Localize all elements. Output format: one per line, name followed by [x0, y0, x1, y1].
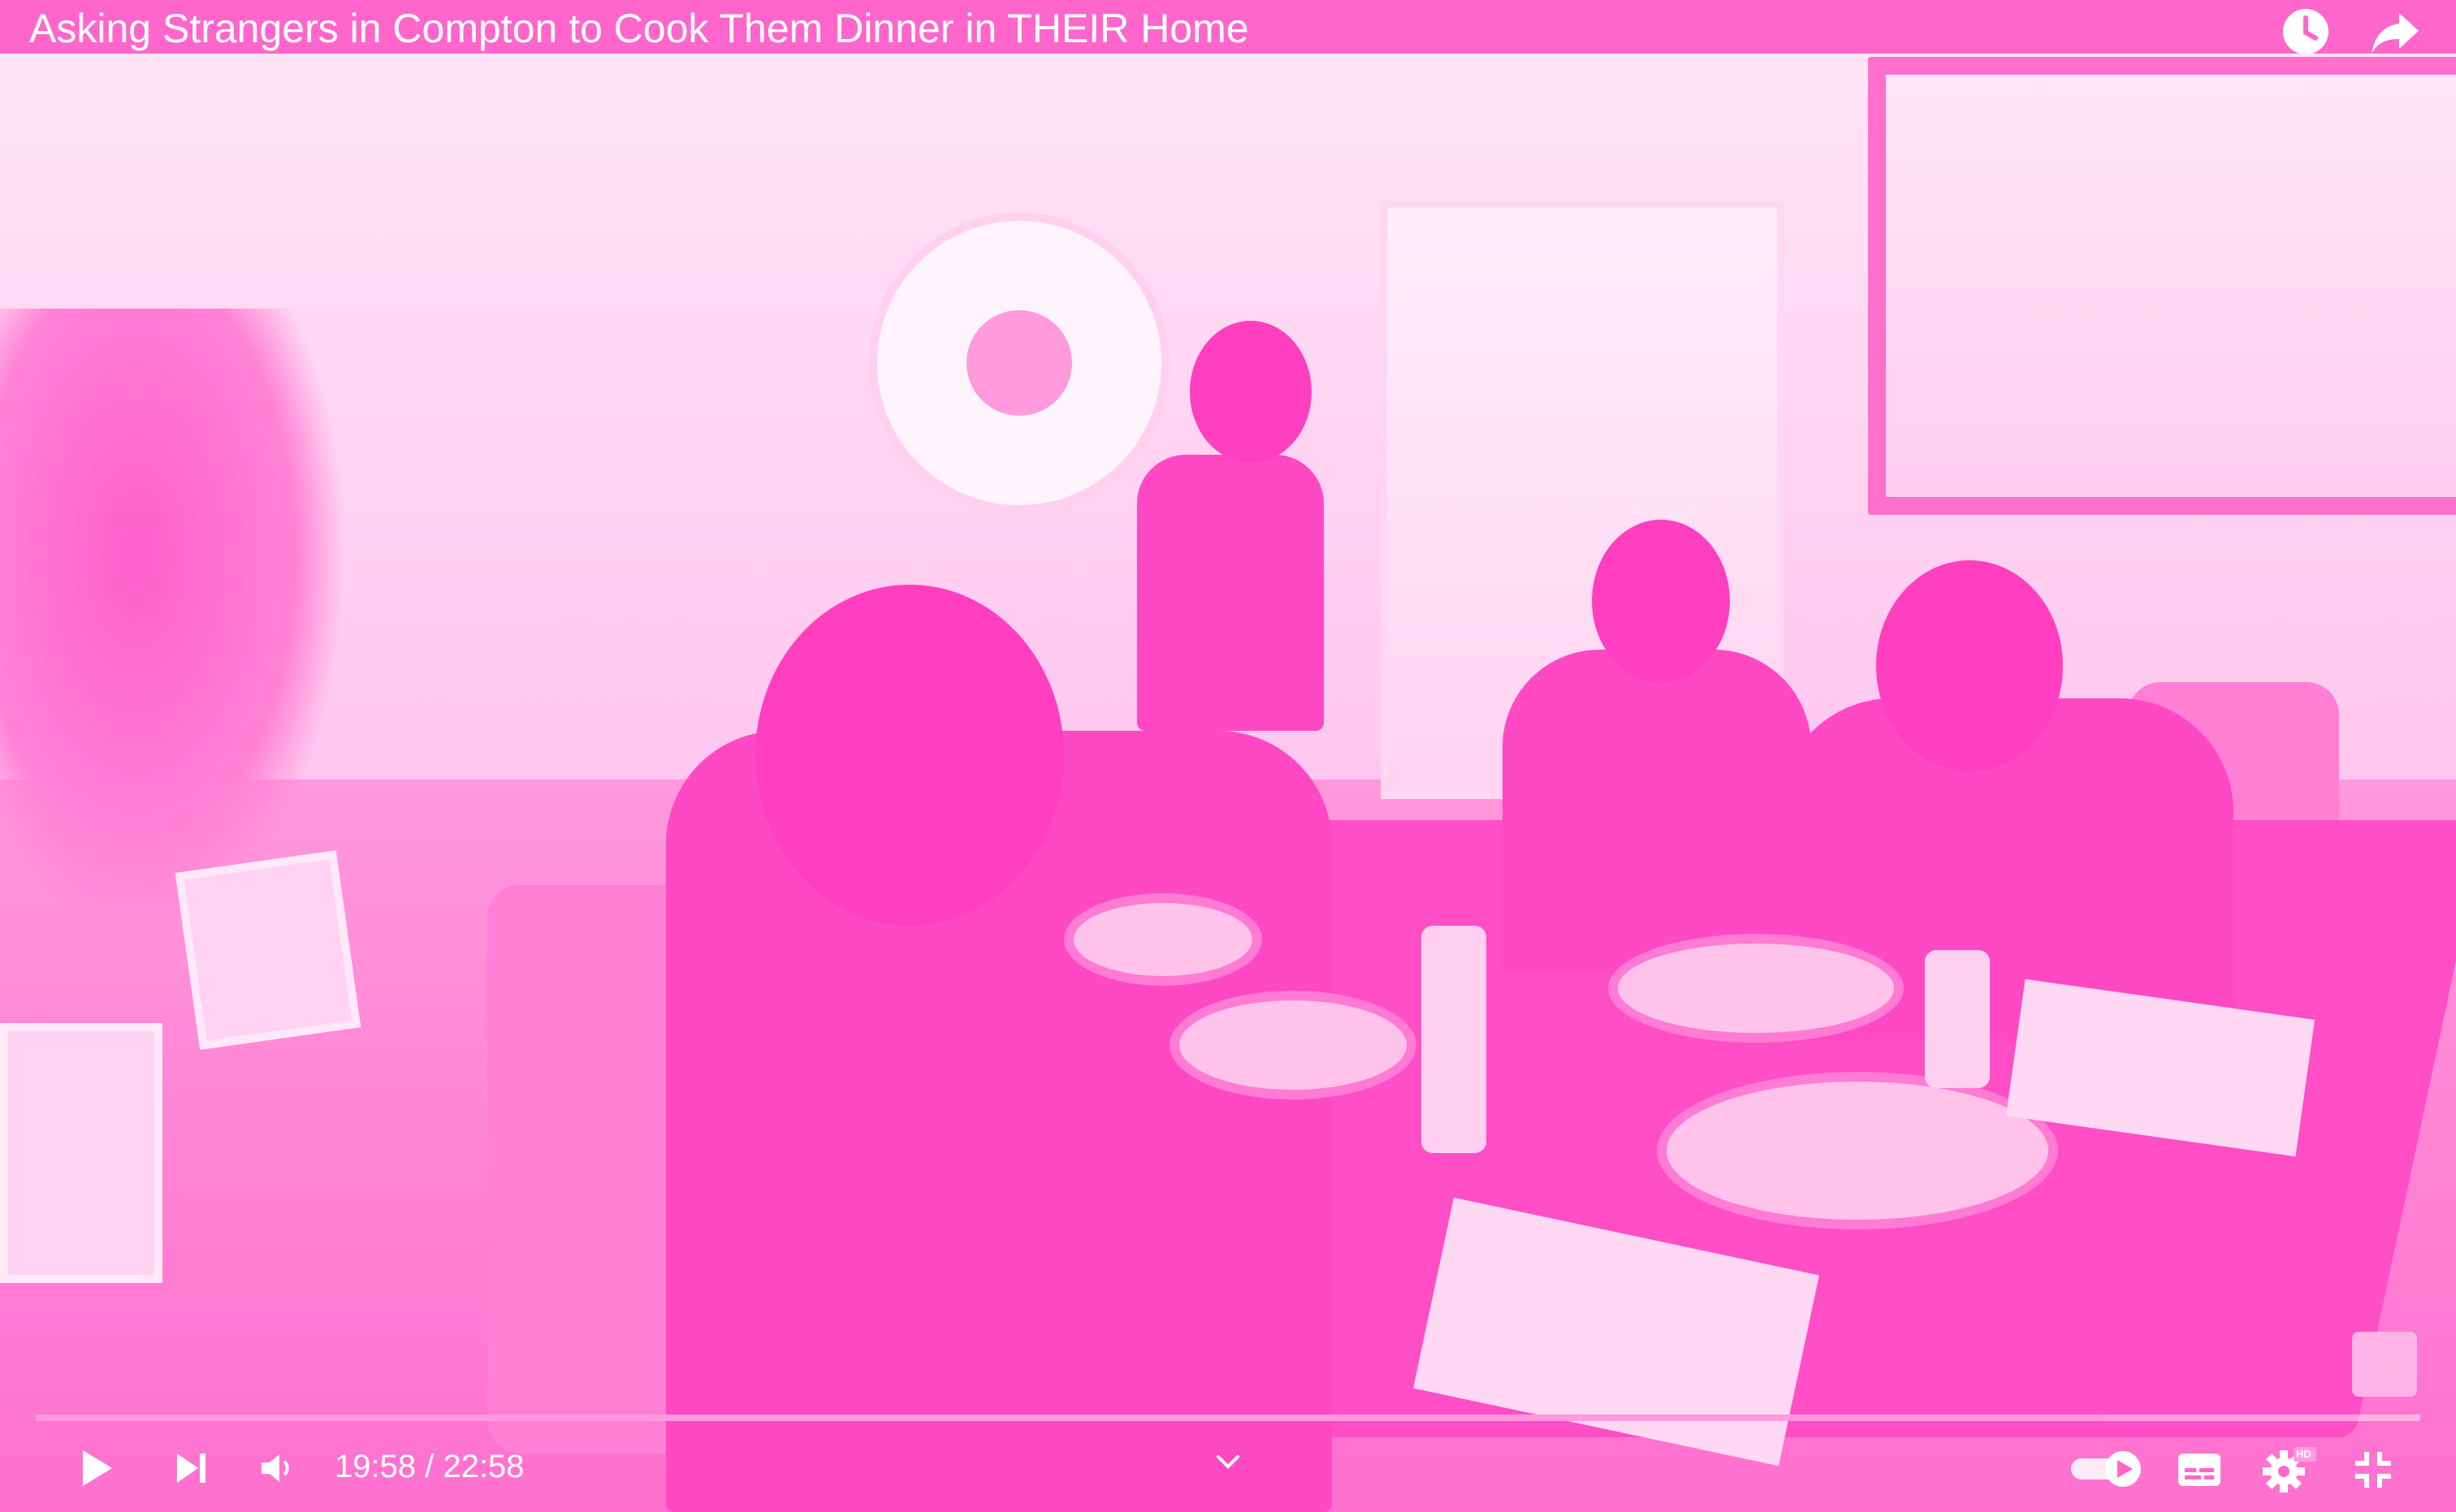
scene-person-right	[1503, 650, 1811, 974]
channel-watermark[interactable]	[2352, 1332, 2417, 1397]
duration: 22:58	[443, 1449, 525, 1484]
scene-plate	[1170, 991, 1416, 1099]
scene-plate	[1657, 1072, 2058, 1229]
progress-bar-played	[36, 1415, 2109, 1421]
share-arrow-icon[interactable]	[2370, 6, 2420, 57]
scene-person-head	[1876, 560, 2063, 771]
scene-photo-frame	[175, 850, 361, 1050]
progress-bar[interactable]	[36, 1415, 2420, 1421]
autoplay-toggle-icon[interactable]	[2069, 1449, 2144, 1489]
captions-icon[interactable]	[2177, 1452, 2222, 1488]
hd-badge: HD	[2296, 1448, 2311, 1460]
scene-mirror	[1868, 57, 2456, 515]
current-time: 19:58	[335, 1449, 417, 1484]
scene-photo-frame	[0, 1023, 162, 1283]
scene-plate	[1064, 893, 1262, 986]
scene-person-head	[1190, 321, 1312, 463]
gear-icon[interactable]: HD	[2263, 1445, 2318, 1494]
scene-person-head	[755, 585, 1064, 926]
time-separator: /	[416, 1449, 443, 1484]
scene-soda-can	[1925, 950, 1990, 1088]
scene-wall-plate-center	[966, 310, 1072, 416]
scene-water-bottle	[1421, 926, 1486, 1153]
exit-fullscreen-icon[interactable]	[2354, 1450, 2393, 1489]
volume-icon[interactable]	[258, 1449, 297, 1488]
video-player[interactable]: Asking Strangers in Compton to Cook Them…	[0, 0, 2456, 1512]
play-icon[interactable]	[73, 1445, 119, 1491]
scene-plant	[0, 309, 341, 926]
video-title[interactable]: Asking Strangers in Compton to Cook Them…	[29, 5, 1249, 52]
scene-person-head	[1592, 520, 1730, 682]
scene-plate	[1608, 934, 1904, 1043]
next-icon[interactable]	[172, 1449, 211, 1488]
time-display: 19:58 / 22:58	[335, 1449, 525, 1485]
video-frame[interactable]	[0, 0, 2456, 1512]
title-bar: Asking Strangers in Compton to Cook Them…	[0, 0, 2456, 54]
clock-icon[interactable]	[2281, 6, 2331, 57]
scene-person-standing	[1137, 455, 1324, 731]
chevron-down-icon[interactable]	[1213, 1450, 1243, 1473]
